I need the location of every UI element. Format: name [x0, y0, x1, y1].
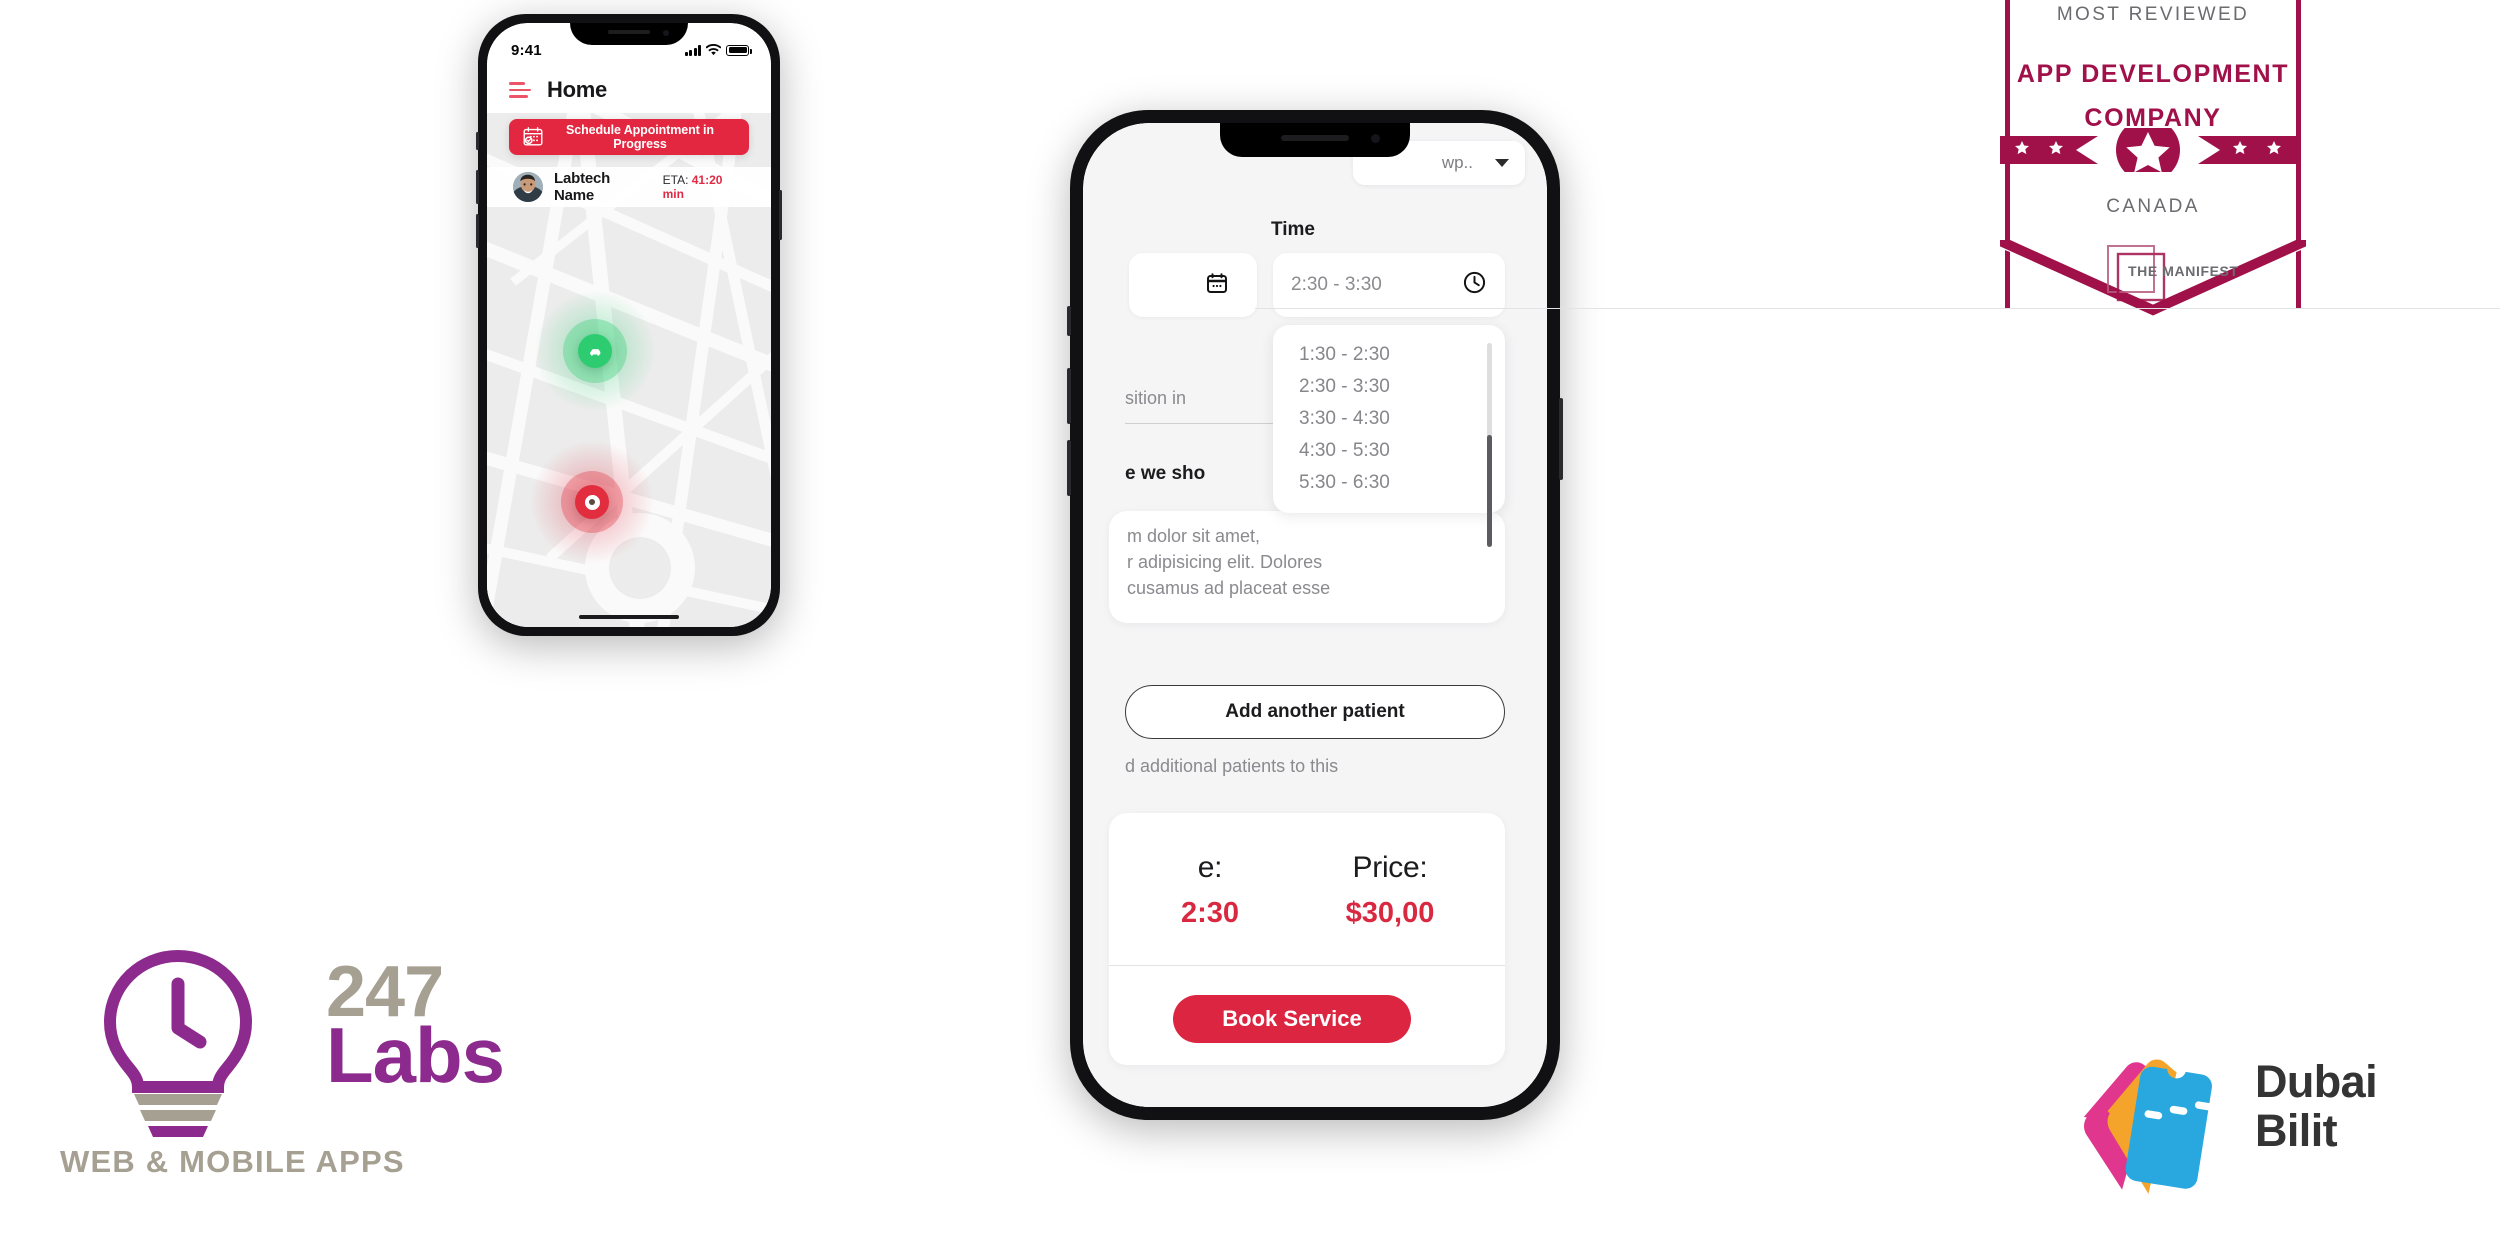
summary-time-block: e: 2:30	[1135, 851, 1285, 930]
description-text: m dolor sit amet, r adipisicing elit. Do…	[1127, 526, 1331, 599]
front-phone-notch	[570, 23, 688, 45]
summary-time-value: 2:30	[1180, 897, 1240, 929]
time-option[interactable]: 5:30 - 6:30	[1273, 467, 1505, 499]
power-button[interactable]	[1559, 398, 1563, 480]
logo-dubai-line2: Bilit	[2255, 1104, 2338, 1156]
mute-switch[interactable]	[1067, 306, 1071, 336]
badge-ribbon-row	[2000, 128, 2301, 172]
logo-dubai-line1: Dubai	[2255, 1056, 2378, 1107]
logo-dubai-bilit: Dubai Bilit	[2055, 1030, 2455, 1210]
eta-label: ETA:	[662, 173, 689, 187]
battery-full-icon	[726, 44, 752, 56]
time-option[interactable]: 2:30 - 3:30	[1273, 371, 1505, 403]
volume-up-button[interactable]	[476, 170, 479, 204]
summary-time-title: e:	[1197, 851, 1223, 884]
chevron-down-icon	[1495, 159, 1509, 167]
power-button[interactable]	[779, 190, 782, 240]
logo-247-word: Labs	[326, 1011, 505, 1099]
back-phone-screen: wp.. Time 2:30 - 3:30 1:30 - 2:30 2:30 -…	[1083, 123, 1547, 1107]
badge-line-2: APP DEVELOPMENT	[2016, 60, 2290, 88]
back-phone-device: wp.. Time 2:30 - 3:30 1:30 - 2:30 2:30 -…	[1067, 110, 1563, 1120]
add-patient-helper-text: d additional patients to this	[1125, 756, 1339, 776]
time-field-value: 2:30 - 3:30	[1291, 274, 1382, 295]
mute-switch[interactable]	[476, 132, 479, 150]
date-field[interactable]	[1129, 253, 1257, 317]
logo-247labs: 247 Labs WEB & MOBILE APPS	[58, 948, 528, 1210]
back-phone-bezel: wp.. Time 2:30 - 3:30 1:30 - 2:30 2:30 -…	[1083, 123, 1547, 1107]
time-options-dropdown[interactable]: 1:30 - 2:30 2:30 - 3:30 3:30 - 4:30 4:30…	[1273, 325, 1505, 547]
dropdown-scrollbar-thumb[interactable]	[1487, 435, 1492, 547]
labtech-eta: ETA: 41:20 min	[663, 173, 745, 201]
summary-price-title: Price:	[1352, 851, 1428, 884]
logo-247-tagline: WEB & MOBILE APPS	[60, 1144, 405, 1179]
lightbulb-clock-icon	[58, 948, 298, 1153]
cellular-bars-icon	[684, 44, 701, 56]
manifest-logo-text: THE MANIFEST	[2128, 263, 2239, 279]
front-phone-bezel: 9:41 Home Schedule Appointment in Progre…	[487, 23, 771, 627]
schedule-appointment-banner[interactable]: Schedule Appointment in Progress	[509, 119, 749, 155]
wifi-icon	[706, 44, 721, 56]
car-marker-icon[interactable]	[578, 334, 612, 368]
book-service-label: Book Service	[1222, 1006, 1362, 1031]
clock-icon	[1462, 270, 1487, 300]
calendar-icon	[1205, 271, 1229, 300]
home-indicator[interactable]	[579, 615, 679, 619]
time-section-label: Time	[1271, 219, 1316, 240]
time-option[interactable]: 3:30 - 4:30	[1273, 403, 1505, 435]
time-option[interactable]: 4:30 - 5:30	[1273, 435, 1505, 467]
labtech-name: Labtech Name	[554, 170, 611, 204]
summary-price-block: Price: $30,00	[1305, 851, 1475, 930]
book-service-button[interactable]: Book Service	[1173, 995, 1411, 1043]
badge-manifest: MOST REVIEWED APP DEVELOPMENT COMPANY CA…	[1255, 0, 2500, 316]
labtech-row[interactable]: Labtech Name ETA: 41:20 min	[487, 167, 771, 207]
volume-down-button[interactable]	[1067, 440, 1071, 496]
page-title: Home	[547, 77, 607, 102]
description-card: m dolor sit amet, r adipisicing elit. Do…	[1109, 511, 1505, 623]
add-another-patient-label: Add another patient	[1225, 701, 1405, 722]
field-underline	[1125, 423, 1277, 424]
status-indicators	[684, 44, 752, 56]
add-another-patient-button[interactable]: Add another patient	[1125, 685, 1505, 739]
volume-down-button[interactable]	[476, 214, 479, 248]
back-phone-notch	[1220, 123, 1410, 157]
question-text: e we sho	[1125, 463, 1206, 484]
badge-line-4: CANADA	[2106, 196, 2200, 217]
front-phone-device: 9:41 Home Schedule Appointment in Progre…	[476, 14, 782, 636]
earpiece-speaker	[608, 30, 650, 34]
volume-up-button[interactable]	[1067, 368, 1071, 424]
schedule-banner-label: Schedule Appointment in Progress	[566, 123, 714, 151]
screenshot-canvas: wp.. Time 2:30 - 3:30 1:30 - 2:30 2:30 -…	[0, 0, 2500, 1250]
earpiece-speaker	[1281, 135, 1349, 141]
destination-pin-icon[interactable]	[575, 485, 609, 519]
hamburger-menu-icon[interactable]	[509, 82, 531, 98]
front-camera	[1371, 134, 1380, 143]
logo-dubai-text: Dubai Bilit	[2255, 1056, 2378, 1156]
position-field-text: sition in	[1125, 388, 1187, 408]
ticket-cards-icon	[2063, 1040, 2241, 1205]
summary-card: e: 2:30 Price: $30,00 Book Service	[1109, 813, 1505, 1065]
front-camera	[663, 30, 669, 36]
summary-divider	[1109, 965, 1505, 966]
status-time: 9:41	[511, 41, 542, 59]
front-phone-screen: 9:41 Home Schedule Appointment in Progre…	[487, 23, 771, 627]
time-option[interactable]: 1:30 - 2:30	[1273, 339, 1505, 371]
calendar-check-icon	[521, 125, 545, 149]
badge-baseline-divider	[1255, 308, 2500, 309]
front-header: Home	[487, 67, 771, 113]
summary-price-value: $30,00	[1345, 897, 1435, 929]
labtech-avatar	[513, 172, 543, 202]
back-top-select-value: wp..	[1441, 153, 1473, 172]
badge-line-1: MOST REVIEWED	[2056, 4, 2250, 25]
